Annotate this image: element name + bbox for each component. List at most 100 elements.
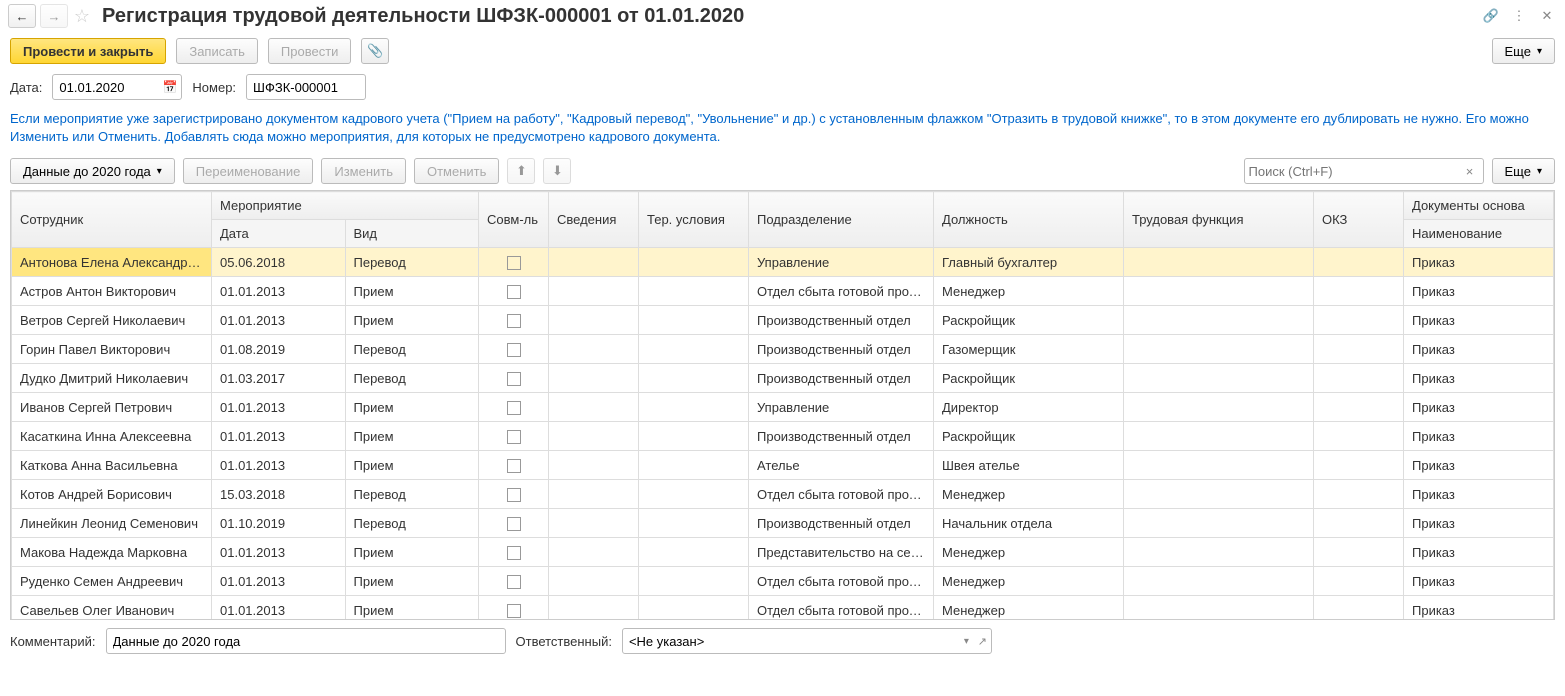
cell-sovm[interactable] bbox=[479, 248, 549, 277]
checkbox-icon[interactable] bbox=[507, 372, 521, 386]
number-label: Номер: bbox=[192, 80, 236, 95]
comment-field[interactable] bbox=[106, 628, 506, 654]
calendar-icon[interactable]: 📅 bbox=[162, 80, 177, 94]
employees-table: Сотрудник Мероприятие Совм-ль Сведения Т… bbox=[11, 191, 1554, 619]
checkbox-icon[interactable] bbox=[507, 459, 521, 473]
cell-sovm[interactable] bbox=[479, 277, 549, 306]
cell-sovm[interactable] bbox=[479, 306, 549, 335]
write-button[interactable]: Записать bbox=[176, 38, 258, 64]
arrow-up-icon: ⬆ bbox=[516, 163, 527, 179]
table-row[interactable]: Астров Антон Викторович01.01.2013ПриемОт… bbox=[12, 277, 1554, 306]
checkbox-icon[interactable] bbox=[507, 488, 521, 502]
cell-sovm[interactable] bbox=[479, 451, 549, 480]
cell-sovm[interactable] bbox=[479, 393, 549, 422]
cell-sovm[interactable] bbox=[479, 422, 549, 451]
number-input[interactable] bbox=[253, 80, 359, 95]
checkbox-icon[interactable] bbox=[507, 285, 521, 299]
cell-date: 01.08.2019 bbox=[212, 335, 346, 364]
search-box[interactable]: × bbox=[1244, 158, 1484, 184]
col-date[interactable]: Дата bbox=[212, 220, 346, 248]
table-row[interactable]: Ветров Сергей Николаевич01.01.2013ПриемП… bbox=[12, 306, 1554, 335]
cell-sovm[interactable] bbox=[479, 480, 549, 509]
cell-sovm[interactable] bbox=[479, 538, 549, 567]
date-input[interactable] bbox=[59, 80, 175, 95]
checkbox-icon[interactable] bbox=[507, 517, 521, 531]
col-doc[interactable]: Документы основа bbox=[1404, 192, 1554, 220]
checkbox-icon[interactable] bbox=[507, 575, 521, 589]
move-down-button[interactable]: ⬇ bbox=[543, 158, 571, 184]
col-sovm[interactable]: Совм-ль bbox=[479, 192, 549, 248]
table-row[interactable]: Иванов Сергей Петрович01.01.2013ПриемУпр… bbox=[12, 393, 1554, 422]
post-button[interactable]: Провести bbox=[268, 38, 352, 64]
table-row[interactable]: Горин Павел Викторович01.08.2019ПереводП… bbox=[12, 335, 1554, 364]
comment-input[interactable] bbox=[113, 634, 499, 649]
more-vertical-icon[interactable]: ⋮ bbox=[1509, 6, 1529, 26]
post-and-close-button[interactable]: Провести и закрыть bbox=[10, 38, 166, 64]
col-employee[interactable]: Сотрудник bbox=[12, 192, 212, 248]
checkbox-icon[interactable] bbox=[507, 546, 521, 560]
checkbox-icon[interactable] bbox=[507, 343, 521, 357]
responsible-input[interactable] bbox=[629, 634, 985, 649]
checkbox-icon[interactable] bbox=[507, 314, 521, 328]
nav-back-button[interactable]: ← bbox=[8, 4, 36, 28]
cell-sovm[interactable] bbox=[479, 335, 549, 364]
link-icon[interactable]: 🔗 bbox=[1481, 6, 1501, 26]
col-sved[interactable]: Сведения bbox=[549, 192, 639, 248]
checkbox-icon[interactable] bbox=[507, 256, 521, 270]
close-icon[interactable]: ✕ bbox=[1537, 6, 1557, 26]
open-icon[interactable]: ↗ bbox=[978, 635, 987, 648]
table-row[interactable]: Макова Надежда Марковна01.01.2013ПриемПр… bbox=[12, 538, 1554, 567]
table-row[interactable]: Каткова Анна Васильевна01.01.2013ПриемАт… bbox=[12, 451, 1554, 480]
cell-doc: Приказ bbox=[1404, 509, 1554, 538]
cell-doc: Приказ bbox=[1404, 364, 1554, 393]
table-row[interactable]: Савельев Олег Иванович01.01.2013ПриемОтд… bbox=[12, 596, 1554, 620]
col-doc-name[interactable]: Наименование bbox=[1404, 220, 1554, 248]
cell-func bbox=[1124, 509, 1314, 538]
table-scroll[interactable]: Сотрудник Мероприятие Совм-ль Сведения Т… bbox=[11, 191, 1554, 619]
cell-kind: Перевод bbox=[345, 248, 479, 277]
checkbox-icon[interactable] bbox=[507, 401, 521, 415]
checkbox-icon[interactable] bbox=[507, 430, 521, 444]
search-input[interactable] bbox=[1249, 164, 1461, 179]
table-row[interactable]: Антонова Елена Александров...05.06.2018П… bbox=[12, 248, 1554, 277]
cell-sovm[interactable] bbox=[479, 509, 549, 538]
col-ter[interactable]: Тер. условия bbox=[639, 192, 749, 248]
col-position[interactable]: Должность bbox=[934, 192, 1124, 248]
checkbox-icon[interactable] bbox=[507, 604, 521, 618]
favorite-star-icon[interactable]: ☆ bbox=[72, 6, 92, 26]
move-up-button[interactable]: ⬆ bbox=[507, 158, 535, 184]
col-func[interactable]: Трудовая функция bbox=[1124, 192, 1314, 248]
col-dept[interactable]: Подразделение bbox=[749, 192, 934, 248]
col-okz[interactable]: ОКЗ bbox=[1314, 192, 1404, 248]
cell-sovm[interactable] bbox=[479, 596, 549, 620]
more-table-button[interactable]: Еще bbox=[1492, 158, 1555, 184]
date-field[interactable]: 📅 bbox=[52, 74, 182, 100]
cell-sovm[interactable] bbox=[479, 567, 549, 596]
chevron-down-icon[interactable]: ▾ bbox=[964, 636, 969, 647]
number-field[interactable] bbox=[246, 74, 366, 100]
edit-button[interactable]: Изменить bbox=[321, 158, 406, 184]
nav-forward-button[interactable]: → bbox=[40, 4, 68, 28]
attach-button[interactable]: 📎 bbox=[361, 38, 389, 64]
cell-position: Директор bbox=[934, 393, 1124, 422]
table-row[interactable]: Линейкин Леонид Семенович01.10.2019Перев… bbox=[12, 509, 1554, 538]
table-row[interactable]: Дудко Дмитрий Николаевич01.03.2017Перево… bbox=[12, 364, 1554, 393]
cell-employee: Каткова Анна Васильевна bbox=[12, 451, 212, 480]
cell-sovm[interactable] bbox=[479, 364, 549, 393]
table-row[interactable]: Котов Андрей Борисович15.03.2018ПереводО… bbox=[12, 480, 1554, 509]
table-row[interactable]: Касаткина Инна Алексеевна01.01.2013Прием… bbox=[12, 422, 1554, 451]
rename-button[interactable]: Переименование bbox=[183, 158, 314, 184]
cancel-button[interactable]: Отменить bbox=[414, 158, 499, 184]
col-event[interactable]: Мероприятие bbox=[212, 192, 479, 220]
data-before-button[interactable]: Данные до 2020 года bbox=[10, 158, 175, 184]
cell-doc: Приказ bbox=[1404, 480, 1554, 509]
responsible-field[interactable]: ▾ ↗ bbox=[622, 628, 992, 654]
cell-date: 01.01.2013 bbox=[212, 393, 346, 422]
table-row[interactable]: Руденко Семен Андреевич01.01.2013ПриемОт… bbox=[12, 567, 1554, 596]
col-kind[interactable]: Вид bbox=[345, 220, 479, 248]
cell-okz bbox=[1314, 422, 1404, 451]
more-top-button[interactable]: Еще bbox=[1492, 38, 1555, 64]
cell-kind: Перевод bbox=[345, 480, 479, 509]
cell-ter bbox=[639, 248, 749, 277]
search-clear-icon[interactable]: × bbox=[1461, 164, 1479, 179]
